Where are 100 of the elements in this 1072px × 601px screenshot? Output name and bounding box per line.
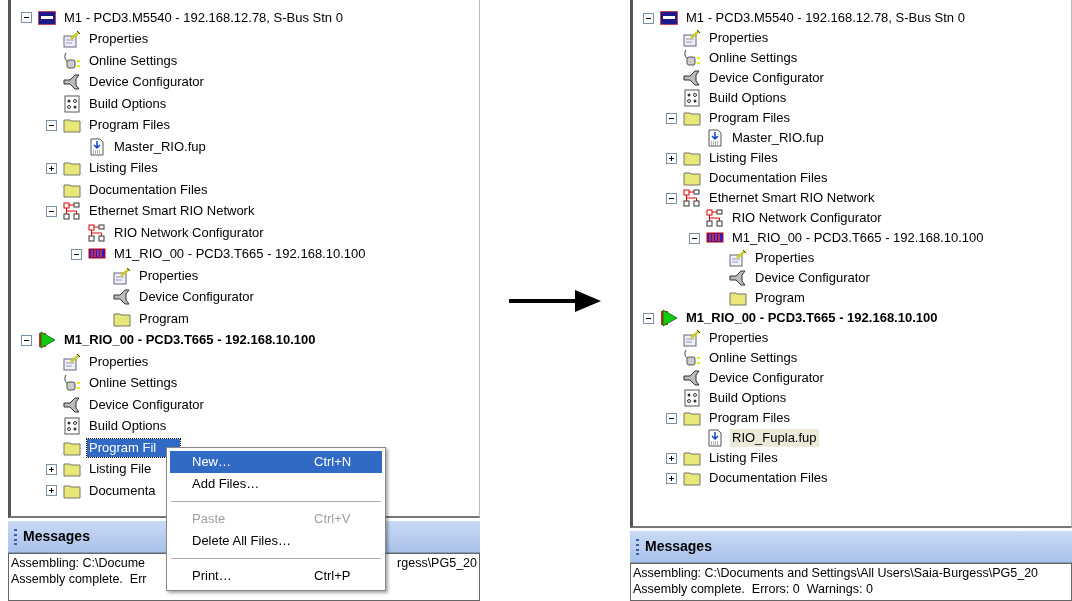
- tree-item[interactable]: M1 - PCD3.M5540 - 192.168.12.78, S-Bus Stn 0: [684, 9, 967, 27]
- wrench-icon: [683, 69, 701, 87]
- tree-item[interactable]: M1 - PCD3.M5540 - 192.168.12.78, S-Bus Stn 0: [62, 8, 345, 27]
- panel-title: Messages: [645, 537, 712, 556]
- properties-icon: [729, 249, 747, 267]
- tree-item[interactable]: Documentation Files: [707, 169, 830, 187]
- tree-item[interactable]: M1_RIO_00 - PCD3.T665 - 192.168.10.100: [730, 229, 986, 247]
- tree-item[interactable]: Properties: [87, 30, 151, 49]
- collapse-icon[interactable]: [643, 12, 654, 24]
- plug-icon: [63, 51, 81, 70]
- tree-item[interactable]: Ethernet Smart RIO Network: [707, 189, 877, 207]
- folder-icon: [63, 460, 81, 479]
- tree-item[interactable]: Device Configurator: [87, 73, 206, 92]
- tree-item[interactable]: RIO Network Configurator: [112, 223, 266, 242]
- tree-item[interactable]: Listing Files: [707, 149, 780, 167]
- tree-item[interactable]: Program Files: [707, 109, 792, 127]
- expand-icon[interactable]: [46, 485, 57, 497]
- message-line: Assembling: C:\Documents and Settings\All Users\Saia-Burgess\PG5_20: [633, 565, 1039, 581]
- tree-item[interactable]: Properties: [707, 29, 771, 47]
- menu-item[interactable]: Print… Ctrl+P: [170, 565, 382, 587]
- folder-icon: [683, 149, 701, 167]
- folder-icon: [683, 449, 701, 467]
- tree-item[interactable]: Listing Files: [707, 449, 780, 467]
- collapse-icon[interactable]: [21, 12, 32, 24]
- expand-icon[interactable]: [666, 452, 677, 464]
- tree-item[interactable]: Listing Files: [87, 159, 160, 178]
- expand-icon[interactable]: [46, 463, 57, 475]
- wrench-icon: [729, 269, 747, 287]
- tree-item[interactable]: Properties: [707, 329, 771, 347]
- plug-icon: [683, 349, 701, 367]
- collapse-icon[interactable]: [666, 412, 677, 424]
- wrench-icon: [63, 395, 81, 414]
- tree-item[interactable]: M1_RIO_00 - PCD3.T665 - 192.168.10.100: [62, 331, 318, 350]
- tree-item[interactable]: Ethernet Smart RIO Network: [87, 202, 257, 221]
- wrench-icon: [683, 369, 701, 387]
- collapse-icon[interactable]: [666, 192, 677, 204]
- folder-icon: [729, 289, 747, 307]
- panel-title: Messages: [23, 527, 90, 546]
- tree-item[interactable]: Properties: [753, 249, 817, 267]
- file-icon: [706, 429, 724, 447]
- expand-icon[interactable]: [46, 162, 57, 174]
- play-icon: [38, 331, 56, 350]
- collapse-icon[interactable]: [21, 334, 32, 346]
- network-icon: [88, 223, 106, 242]
- tree-item[interactable]: M1_RIO_00 - PCD3.T665 - 192.168.10.100: [684, 309, 940, 327]
- tree-item[interactable]: Build Options: [87, 94, 169, 113]
- tree-item[interactable]: Master_RIO.fup: [112, 137, 208, 156]
- tree-item[interactable]: Online Settings: [707, 349, 800, 367]
- folder-icon: [683, 409, 701, 427]
- collapse-icon[interactable]: [46, 205, 57, 217]
- tree-item[interactable]: Device Configurator: [753, 269, 872, 287]
- tree-item[interactable]: Program Fil: [87, 438, 181, 457]
- menu-item[interactable]: New… Ctrl+N: [170, 451, 382, 473]
- wrench-icon: [63, 73, 81, 92]
- properties-icon: [63, 352, 81, 371]
- menu-item[interactable]: Add Files…: [170, 473, 382, 495]
- file-icon: [706, 129, 724, 147]
- grip-icon[interactable]: [14, 528, 17, 545]
- tree-item[interactable]: Program Files: [87, 116, 172, 135]
- network-icon: [63, 202, 81, 221]
- tree-item[interactable]: M1_RIO_00 - PCD3.T665 - 192.168.10.100: [112, 245, 368, 264]
- collapse-icon[interactable]: [71, 248, 82, 260]
- network-icon: [683, 189, 701, 207]
- tree-item[interactable]: Master_RIO.fup: [730, 129, 826, 147]
- tree-item[interactable]: Build Options: [707, 389, 789, 407]
- tree-item[interactable]: Build Options: [707, 89, 789, 107]
- tree-item[interactable]: Properties: [137, 266, 201, 285]
- tree-item[interactable]: Documenta: [87, 481, 158, 500]
- tree-item[interactable]: Listing File: [87, 460, 154, 479]
- tree-item[interactable]: Documentation Files: [87, 180, 210, 199]
- tree-item[interactable]: Device Configurator: [137, 288, 256, 307]
- tree-item[interactable]: Program: [753, 289, 807, 307]
- tree-item[interactable]: RIO_Fupla.fup: [730, 429, 819, 447]
- collapse-icon[interactable]: [643, 312, 654, 324]
- tree-item[interactable]: Online Settings: [707, 49, 800, 67]
- tree-item[interactable]: Device Configurator: [707, 69, 826, 87]
- tree-item[interactable]: Program: [137, 309, 191, 328]
- expand-icon[interactable]: [666, 472, 677, 484]
- tree-item[interactable]: Device Configurator: [707, 369, 826, 387]
- tree-item[interactable]: Online Settings: [87, 374, 180, 393]
- play-icon: [660, 309, 678, 327]
- tree-item[interactable]: Online Settings: [87, 51, 180, 70]
- tree-item[interactable]: Properties: [87, 352, 151, 371]
- tree-item[interactable]: Device Configurator: [87, 395, 206, 414]
- tree-item[interactable]: RIO Network Configurator: [730, 209, 884, 227]
- options-icon: [683, 89, 701, 107]
- collapse-icon[interactable]: [666, 112, 677, 124]
- options-icon: [683, 389, 701, 407]
- expand-icon[interactable]: [666, 152, 677, 164]
- plug-icon: [63, 374, 81, 393]
- tree-item[interactable]: Build Options: [87, 417, 169, 436]
- network-icon: [706, 209, 724, 227]
- tree-item[interactable]: Documentation Files: [707, 469, 830, 487]
- collapse-icon[interactable]: [46, 119, 57, 131]
- tree-item[interactable]: Program Files: [707, 409, 792, 427]
- collapse-icon[interactable]: [689, 232, 700, 244]
- properties-icon: [63, 30, 81, 49]
- properties-icon: [683, 29, 701, 47]
- grip-icon[interactable]: [636, 538, 639, 555]
- menu-item[interactable]: Delete All Files…: [170, 530, 382, 552]
